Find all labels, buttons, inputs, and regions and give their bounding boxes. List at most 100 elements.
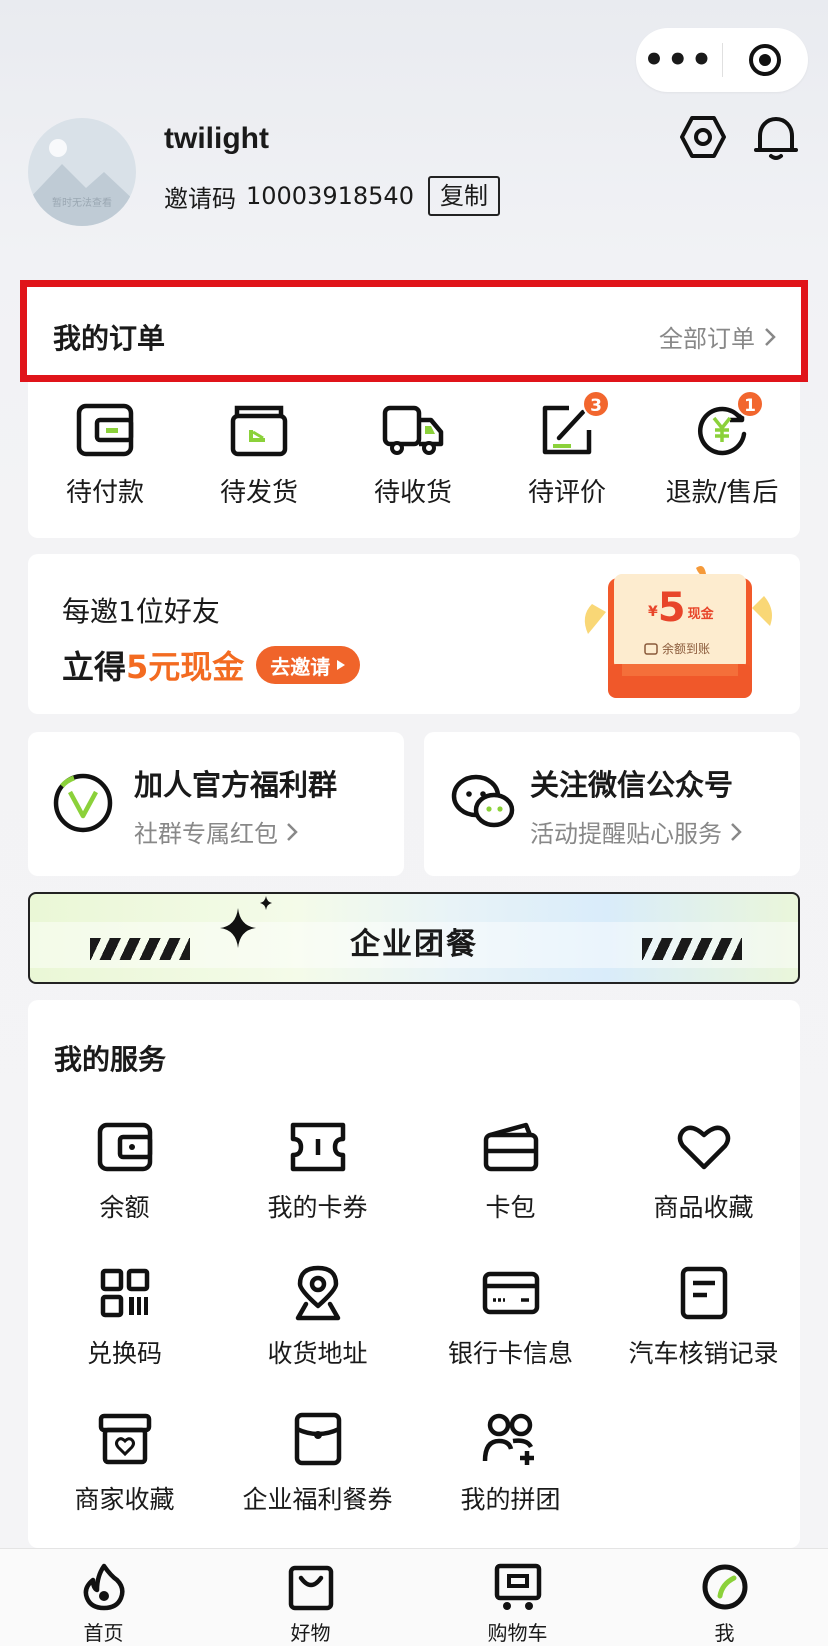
location-icon [295, 1265, 340, 1321]
invite-code-row: 邀请码 10003918540 复制 [164, 176, 500, 216]
red-packet-note: 余额到账 [644, 640, 710, 657]
red-packet-amount: 5 [657, 585, 686, 631]
services-card: 我的服务 余额 我的卡券 卡包 商品收藏 兑换码 收货地址 银行卡信息 汽车核销… [28, 1000, 800, 1548]
target-icon [749, 44, 782, 76]
bottom-tab-bar: 首页 好物 购物车 我 [0, 1548, 828, 1646]
username: twilight [164, 122, 269, 155]
order-status-pending-receipt[interactable]: 待收货 [336, 394, 490, 509]
service-car-records[interactable]: 汽车核销记录 [607, 1262, 800, 1408]
wallet-small-icon [644, 642, 658, 655]
tab-goods[interactable]: 好物 [207, 1549, 414, 1646]
more-menu-button[interactable]: ••• [636, 28, 722, 92]
heart-icon [677, 1125, 730, 1170]
service-bank-card[interactable]: 银行卡信息 [414, 1262, 607, 1408]
service-label: 兑换码 [86, 1339, 162, 1368]
invite-friends-banner[interactable]: 每邀1位好友 立得 5元现金 去邀请 ¥ 5 现金 余额到账 [28, 554, 800, 714]
avatar[interactable]: 暂时无法查看 [28, 118, 136, 226]
order-status-pending-review[interactable]: 3 待评价 [490, 390, 644, 509]
service-label: 我的拼团 [460, 1485, 561, 1514]
wallet-icon [76, 403, 134, 457]
home-flame-icon [83, 1563, 125, 1611]
orders-card: 我的订单 全部订单 待付款 待发货 待收货 3 待评价 1 退款/售后 [20, 280, 808, 538]
play-triangle-icon [337, 660, 346, 670]
order-status-label: 待发货 [219, 478, 298, 508]
enterprise-meal-title: 企业团餐 [350, 927, 478, 962]
cart-icon [494, 1563, 541, 1610]
bell-icon [754, 117, 798, 160]
tab-label: 好物 [290, 1621, 331, 1645]
service-label: 卡包 [485, 1193, 536, 1222]
profile-ring-icon [702, 1564, 747, 1610]
qr-code-icon [100, 1268, 149, 1318]
follow-wechat-subtitle: 活动提醒贴心服务 [530, 814, 742, 849]
order-status-label: 退款/售后 [665, 478, 779, 508]
refund-count-badge: 1 [736, 390, 764, 418]
invite-banner-prefix: 立得 [62, 648, 127, 686]
tab-home[interactable]: 首页 [0, 1549, 207, 1646]
shopping-bag-icon [288, 1565, 333, 1611]
follow-wechat-title: 关注微信公众号 [530, 768, 734, 802]
services-grid: 余额 我的卡券 卡包 商品收藏 兑换码 收货地址 银行卡信息 汽车核销记录 商家… [28, 1116, 800, 1554]
follow-wechat-card[interactable]: 关注微信公众号 活动提醒贴心服务 [424, 732, 800, 876]
orders-header-highlight[interactable]: 我的订单 全部订单 [20, 280, 808, 382]
mini-program-capsule: ••• [636, 28, 808, 92]
service-my-coupons[interactable]: 我的卡券 [221, 1116, 414, 1262]
red-packet-currency: ¥ [648, 604, 658, 620]
service-label: 商品收藏 [653, 1193, 754, 1222]
meal-voucher-icon [294, 1412, 341, 1466]
service-card-pack[interactable]: 卡包 [414, 1116, 607, 1262]
order-status-refund[interactable]: 1 退款/售后 [644, 390, 800, 509]
join-group-card[interactable]: 加人官方福利群 社群专属红包 [28, 732, 404, 876]
service-meal-voucher[interactable]: 企业福利餐券 [221, 1408, 414, 1554]
service-label: 银行卡信息 [447, 1339, 573, 1368]
settings-hexagon-icon [680, 116, 726, 158]
tab-me[interactable]: 我 [621, 1549, 828, 1646]
service-redeem-code[interactable]: 兑换码 [28, 1262, 221, 1408]
join-group-subtitle-text: 社群专属红包 [134, 820, 278, 848]
join-group-subtitle: 社群专属红包 [134, 814, 298, 849]
avatar-placeholder-text: 暂时无法查看 [52, 198, 112, 209]
go-invite-button[interactable]: 去邀请 [256, 646, 361, 684]
truck-icon [382, 405, 444, 455]
services-row: 兑换码 收货地址 银行卡信息 汽车核销记录 [28, 1262, 800, 1408]
orders-title: 我的订单 [53, 322, 166, 355]
review-count-badge: 3 [582, 390, 610, 418]
tab-cart[interactable]: 购物车 [414, 1549, 621, 1646]
image-placeholder-icon [28, 139, 136, 226]
invite-banner-line2: 立得 5元现金 去邀请 [62, 642, 361, 688]
settings-button[interactable] [678, 112, 728, 166]
all-orders-label: 全部订单 [659, 325, 755, 353]
balance-icon [97, 1122, 152, 1172]
bank-card-icon [482, 1271, 539, 1315]
enterprise-meal-banner[interactable]: 企业团餐 [28, 892, 800, 984]
all-orders-link[interactable]: 全部订单 [659, 319, 777, 354]
red-packet-illustration: ¥ 5 现金 余额到账 [578, 564, 778, 710]
chevron-right-icon [730, 823, 742, 841]
order-status-pending-shipment[interactable]: 待发货 [182, 394, 336, 509]
tab-label: 首页 [83, 1621, 124, 1645]
v-ring-icon [53, 773, 113, 833]
notification-button[interactable] [752, 112, 800, 166]
join-group-title: 加人官方福利群 [134, 768, 338, 802]
red-packet-amount-row: ¥ 5 现金 [648, 588, 714, 628]
service-shop-favorites[interactable]: 商家收藏 [28, 1408, 221, 1554]
invite-code-value: 10003918540 [246, 182, 414, 210]
service-label: 企业福利餐券 [242, 1485, 393, 1514]
invite-code-label: 邀请码 [164, 184, 236, 213]
copy-button[interactable]: 复制 [427, 176, 500, 216]
order-status-pending-payment[interactable]: 待付款 [28, 394, 182, 509]
invite-banner-line1: 每邀1位好友 [62, 595, 220, 628]
shop-favorite-icon [98, 1413, 151, 1465]
service-group-buy[interactable]: 我的拼团 [414, 1408, 607, 1554]
service-favorites[interactable]: 商品收藏 [607, 1116, 800, 1262]
services-title: 我的服务 [54, 1043, 167, 1076]
order-status-list: 待付款 待发货 待收货 3 待评价 1 退款/售后 [28, 390, 800, 509]
service-label: 商家收藏 [74, 1485, 175, 1514]
tab-label: 购物车 [487, 1621, 548, 1645]
group-buy-icon [482, 1413, 534, 1465]
service-balance[interactable]: 余额 [28, 1116, 221, 1262]
page: ••• 暂时无法查看 twilight 邀请码 10003918540 复制 我… [0, 0, 828, 1646]
service-address[interactable]: 收货地址 [221, 1262, 414, 1408]
service-label: 汽车核销记录 [628, 1339, 779, 1368]
close-button[interactable] [723, 42, 809, 78]
